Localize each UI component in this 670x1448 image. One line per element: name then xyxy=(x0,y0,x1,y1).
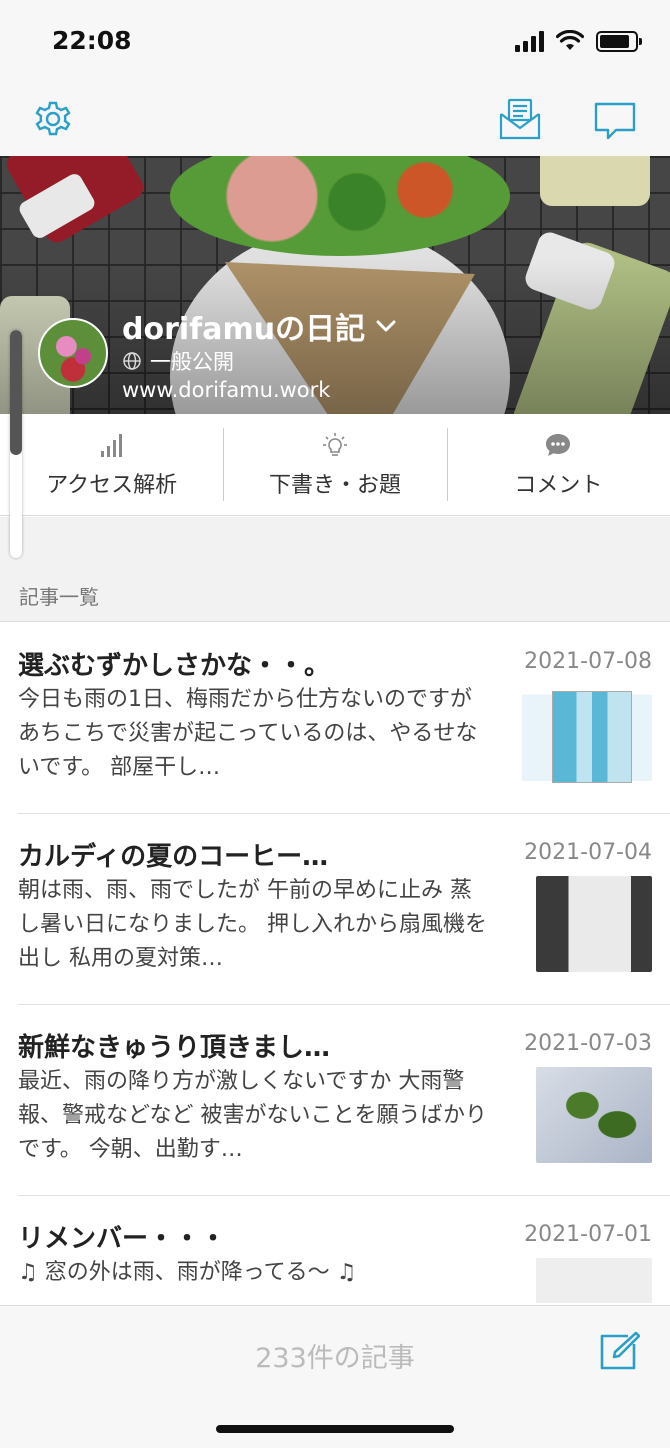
globe-icon xyxy=(123,352,141,370)
wifi-icon xyxy=(556,30,584,50)
visibility-status: 一般公開 xyxy=(122,346,234,376)
entry-row[interactable]: 選ぶむずかしさかな・・。 2021-07-08 今日も雨の1日、梅雨だから仕方な… xyxy=(18,623,670,814)
entry-excerpt: ♫ 窓の外は雨、雨が降ってる〜 ♫ xyxy=(18,1260,357,1285)
blog-avatar[interactable] xyxy=(38,318,108,388)
compose-icon[interactable] xyxy=(598,1330,640,1372)
entry-thumbnail xyxy=(522,685,652,783)
status-icons xyxy=(515,30,642,52)
battery-level xyxy=(600,34,629,48)
entry-excerpt: 今日も雨の1日、梅雨だから仕方ないのですが あちこちで災害が起こっているのは、や… xyxy=(18,687,478,780)
entry-title: 選ぶむずかしさかな・・。 xyxy=(18,651,331,681)
entry-date: 2021-07-01 xyxy=(524,1222,652,1247)
blog-url[interactable]: www.dorifamu.work xyxy=(122,378,330,402)
home-indicator xyxy=(216,1425,454,1433)
action-label: 下書き・お題 xyxy=(268,472,401,498)
entry-excerpt: 最近、雨の降り方が激しくないですか 大雨警報、警戒などなど 被害がないことを願う… xyxy=(18,1069,487,1162)
section-title: 記事一覧 xyxy=(19,585,99,609)
entry-title: 新鮮なきゅうり頂きまし… xyxy=(18,1033,331,1063)
signal-icon xyxy=(515,30,544,52)
entry-thumbnail xyxy=(536,1067,652,1163)
comment-icon xyxy=(546,433,571,456)
entry-count: 233件の記事 xyxy=(255,1343,415,1374)
action-label: コメント xyxy=(514,472,603,498)
visibility-label: 一般公開 xyxy=(150,350,234,374)
entry-title: カルディの夏のコーヒー… xyxy=(18,842,329,872)
entry-date: 2021-07-03 xyxy=(524,1031,652,1056)
blog-actions: アクセス解析 下書き・お題 コメント xyxy=(0,414,670,516)
bar-chart-icon xyxy=(100,433,122,457)
chat-bubble-icon[interactable] xyxy=(592,96,638,142)
inbox-mail-icon[interactable] xyxy=(497,96,543,142)
entry-title: リメンバー・・・ xyxy=(18,1224,227,1254)
entry-row[interactable]: 新鮮なきゅうり頂きまし… 2021-07-03 最近、雨の降り方が激しくないです… xyxy=(18,1005,670,1196)
status-bar: 22:08 xyxy=(0,0,670,88)
comments-button[interactable]: コメント xyxy=(446,414,670,515)
battery-icon xyxy=(596,30,642,52)
blog-header-image: dorifamuの日記 一般公開 www.dorifamu.work xyxy=(0,156,670,414)
action-label: アクセス解析 xyxy=(46,472,178,498)
blog-title: dorifamuの日記 xyxy=(122,312,366,347)
entry-row[interactable]: リメンバー・・・ 2021-07-01 ♫ 窓の外は雨、雨が降ってる〜 ♫ xyxy=(18,1196,670,1303)
chevron-down-icon xyxy=(376,320,396,332)
entry-list[interactable]: 選ぶむずかしさかな・・。 2021-07-08 今日も雨の1日、梅雨だから仕方な… xyxy=(0,623,670,1303)
gear-icon[interactable] xyxy=(30,96,76,142)
bottom-toolbar: 233件の記事 xyxy=(0,1305,670,1448)
scroll-thumb[interactable] xyxy=(10,330,22,456)
entry-thumbnail xyxy=(536,876,652,972)
entry-date: 2021-07-08 xyxy=(524,649,652,674)
entry-date: 2021-07-04 xyxy=(524,840,652,865)
lightbulb-icon xyxy=(322,432,347,456)
entry-thumbnail xyxy=(536,1258,652,1303)
access-analytics-button[interactable]: アクセス解析 xyxy=(0,414,223,515)
drafts-topics-button[interactable]: 下書き・お題 xyxy=(223,414,446,515)
section-header: 記事一覧 xyxy=(0,517,670,622)
entry-excerpt: 朝は雨、雨、雨でしたが 午前の早めに止み 蒸し暑い日になりました。 押し入れから… xyxy=(18,878,487,971)
scroll-indicator[interactable] xyxy=(10,330,22,558)
entry-row[interactable]: カルディの夏のコーヒー… 2021-07-04 朝は雨、雨、雨でしたが 午前の早… xyxy=(18,814,670,1005)
blog-switcher[interactable]: dorifamuの日記 xyxy=(122,304,397,348)
nav-bar xyxy=(0,88,670,156)
status-time: 22:08 xyxy=(52,26,132,55)
